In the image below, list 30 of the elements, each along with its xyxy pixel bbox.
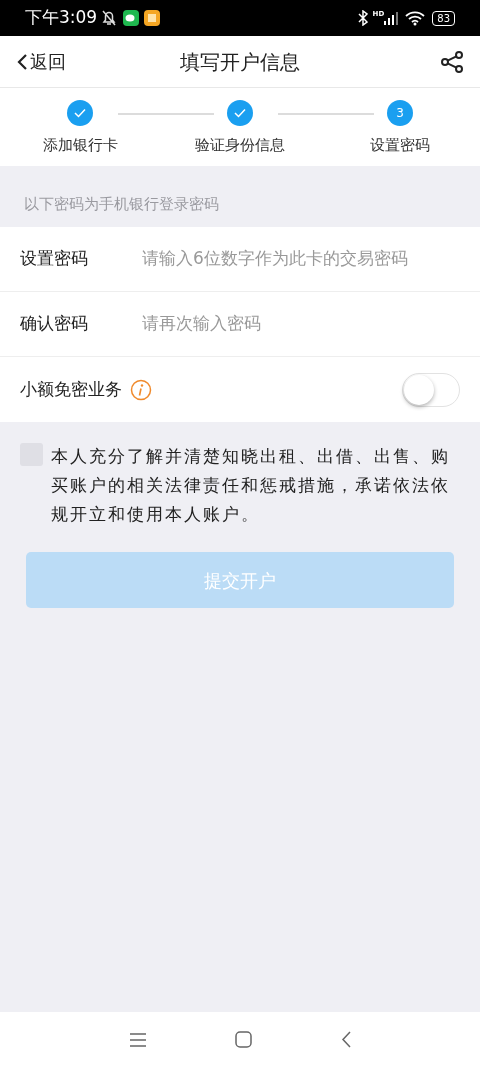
- hint-text: 以下密码为手机银行登录密码: [24, 195, 219, 213]
- share-icon[interactable]: [440, 49, 464, 74]
- back-icon[interactable]: [339, 1031, 352, 1048]
- bell-off-icon: [101, 9, 118, 27]
- step-indicator: 3: [387, 100, 413, 126]
- page-title: 填写开户信息: [180, 48, 300, 76]
- toggle-switch[interactable]: [402, 372, 460, 407]
- battery-indicator: 83: [432, 10, 455, 26]
- signal-icon: [384, 11, 399, 25]
- check-icon: [234, 108, 246, 118]
- step-label: 验证身份信息: [195, 135, 285, 156]
- field-label: 确认密码: [20, 312, 89, 336]
- menu-icon[interactable]: [128, 1031, 147, 1048]
- password-field[interactable]: 请再次输入密码: [142, 311, 460, 337]
- info-icon[interactable]: [130, 378, 152, 401]
- check-icon: [74, 108, 86, 118]
- note-app-icon: [144, 10, 161, 26]
- back-button[interactable]: 返回: [16, 48, 66, 75]
- small-payment-label: 小额免密业务: [20, 377, 122, 401]
- password-field[interactable]: 请输入6位数字作为此卡的交易密码: [142, 246, 460, 272]
- chevron-left-icon: [16, 52, 28, 71]
- home-icon[interactable]: [234, 1031, 252, 1048]
- wifi-icon: [405, 10, 426, 26]
- agreement-text: 本人充分了解并清楚知晓出租、出借、出售、购买账户的相关法律责任和惩戒措施，承诺依法依规开立和使用本人账户。: [51, 445, 451, 526]
- field-label: 设置密码: [20, 247, 89, 271]
- chat-app-icon: [123, 10, 140, 26]
- step-label: 设置密码: [370, 135, 430, 156]
- status-time: 下午3:09: [25, 6, 98, 30]
- bluetooth-icon: [357, 10, 368, 26]
- step-label: 添加银行卡: [42, 135, 118, 156]
